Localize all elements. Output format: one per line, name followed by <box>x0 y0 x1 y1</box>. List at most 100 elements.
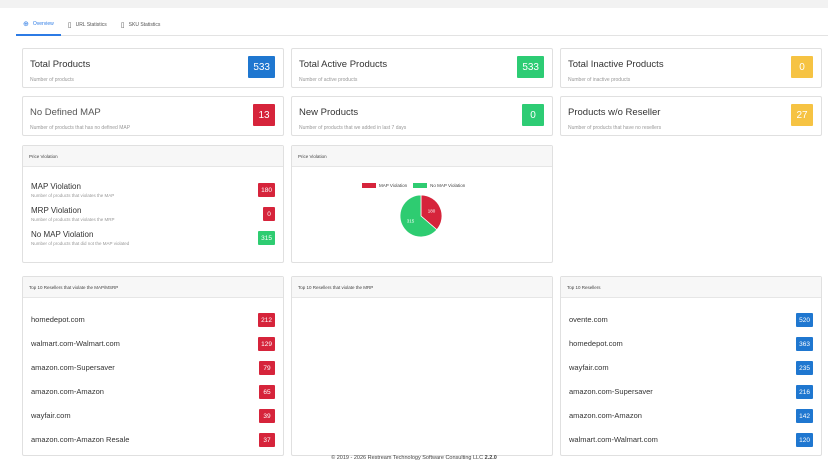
reseller-name: homedepot.com <box>31 315 85 324</box>
price-violation-pie-chart: 180 315 <box>399 194 443 238</box>
top-violators-panel: Top 10 Resellers that violate the MAP/MS… <box>22 276 284 456</box>
list-item: ovente.com 520 <box>569 313 813 329</box>
reseller-count: 65 <box>259 385 275 399</box>
list-item: amazon.com-Amazon 142 <box>569 409 813 425</box>
reseller-count: 363 <box>796 337 813 351</box>
reseller-name: wayfair.com <box>569 363 609 372</box>
stat-card-new-products: New Products Number of products that we … <box>291 96 553 136</box>
chart-legend: MAP Violation No MAP Violation <box>362 183 466 189</box>
legend-label: MAP Violation <box>379 183 408 188</box>
stat-card-total-products: Total Products Number of products 533 <box>22 48 284 88</box>
violation-no-map: No MAP Violation Number of products that… <box>31 230 275 252</box>
reseller-name: amazon.com-Amazon Resale <box>31 435 130 444</box>
stat-badge: 27 <box>791 104 813 126</box>
reseller-name: walmart.com-Walmart.com <box>569 435 658 444</box>
stat-title: Total Products <box>30 59 91 70</box>
reseller-name: amazon.com-Supersaver <box>569 387 653 396</box>
stat-card-total-inactive-products: Total Inactive Products Number of inacti… <box>560 48 822 88</box>
panel-header: Price Violation <box>23 146 283 167</box>
price-violation-panel: Price Violation MAP Violation Number of … <box>22 145 284 263</box>
top-strip <box>0 0 828 8</box>
list-item: homedepot.com 363 <box>569 337 813 353</box>
stat-subtitle: Number of products that have no reseller… <box>568 125 662 131</box>
violation-mrp: MRP Violation Number of products that vi… <box>31 206 275 228</box>
stat-badge: 0 <box>522 104 544 126</box>
legend-item-no-map-violation[interactable]: No MAP Violation <box>413 183 466 189</box>
reseller-count: 212 <box>258 313 275 327</box>
panel-header: Top 10 Resellers that violate the MRP <box>292 277 552 298</box>
top-resellers-panel: Top 10 Resellers ovente.com 520 homedepo… <box>560 276 822 456</box>
stat-card-no-defined-map: No Defined MAP Number of products that h… <box>22 96 284 136</box>
stat-badge: 533 <box>248 56 275 78</box>
stat-subtitle: Number of active products <box>299 77 358 83</box>
reseller-name: walmart.com-Walmart.com <box>31 339 120 348</box>
panel-header: Top 10 Resellers that violate the MAP/MS… <box>23 277 283 298</box>
list-item: homedepot.com 212 <box>31 313 275 329</box>
list-item: wayfair.com 39 <box>31 409 275 425</box>
stat-subtitle: Number of products that has no defined M… <box>30 125 131 131</box>
legend-label: No MAP Violation <box>430 183 466 188</box>
stat-title: Products w/o Reseller <box>568 107 661 118</box>
tab-bar: ⊕ Overview ▯ URL Statistics ▯ SKU Statis… <box>16 14 828 36</box>
reseller-count: 235 <box>796 361 813 375</box>
panel-header: Price Violation <box>292 146 552 167</box>
list-item: amazon.com-Amazon 65 <box>31 385 275 401</box>
reseller-name: amazon.com-Amazon <box>31 387 104 396</box>
tab-url-statistics[interactable]: ▯ URL Statistics <box>61 14 114 36</box>
reseller-name: wayfair.com <box>31 411 71 420</box>
stat-card-products-without-reseller: Products w/o Reseller Number of products… <box>560 96 822 136</box>
violation-map: MAP Violation Number of products that vi… <box>31 182 275 204</box>
reseller-name: homedepot.com <box>569 339 623 348</box>
footer: © 2019 - 2026 Restream Technology Softwa… <box>0 455 828 461</box>
list-item: amazon.com-Amazon Resale 37 <box>31 433 275 449</box>
stat-title: No Defined MAP <box>30 107 101 118</box>
violation-badge: 315 <box>258 231 275 245</box>
tab-overview[interactable]: ⊕ Overview <box>16 14 61 36</box>
list-item: amazon.com-Supersaver 79 <box>31 361 275 377</box>
reseller-count: 520 <box>796 313 813 327</box>
stat-title: New Products <box>299 107 359 118</box>
reseller-count: 129 <box>258 337 275 351</box>
reseller-count: 142 <box>796 409 813 423</box>
document-icon: ▯ <box>67 21 72 29</box>
reseller-count: 120 <box>796 433 813 447</box>
violation-title: MRP Violation <box>31 206 82 215</box>
footer-copyright: © 2019 - 2026 Restream Technology Softwa… <box>331 455 484 461</box>
violation-title: MAP Violation <box>31 182 81 191</box>
reseller-count: 216 <box>796 385 813 399</box>
barcode-icon: ▯ <box>120 21 125 29</box>
tab-sku-statistics[interactable]: ▯ SKU Statistics <box>114 14 168 36</box>
stat-subtitle: Number of products that we added in last… <box>299 125 407 131</box>
stat-subtitle: Number of inactive products <box>568 77 631 83</box>
panel-header: Top 10 Resellers <box>561 277 821 298</box>
violation-subtitle: Number of products that violates the MAP <box>31 193 115 198</box>
stat-title: Total Inactive Products <box>568 59 664 70</box>
tab-label: SKU Statistics <box>128 22 161 28</box>
tab-label: URL Statistics <box>75 22 107 28</box>
legend-swatch <box>362 183 376 189</box>
grid-icon: ⊕ <box>23 20 29 28</box>
reseller-name: amazon.com-Supersaver <box>31 363 115 372</box>
violation-title: No MAP Violation <box>31 230 94 239</box>
reseller-name: amazon.com-Amazon <box>569 411 642 420</box>
top-mrp-violators-panel: Top 10 Resellers that violate the MRP <box>291 276 553 456</box>
reseller-name: ovente.com <box>569 315 608 324</box>
reseller-count: 37 <box>259 433 275 447</box>
pie-data-label: 315 <box>407 218 415 223</box>
tab-label: Overview <box>32 21 54 27</box>
violation-subtitle: Number of products that violates the MRP <box>31 217 115 222</box>
list-item: walmart.com-Walmart.com 129 <box>31 337 275 353</box>
stat-badge: 0 <box>791 56 813 78</box>
footer-version: 2.2.0 <box>484 455 497 461</box>
list-item: wayfair.com 235 <box>569 361 813 377</box>
stat-badge: 13 <box>253 104 275 126</box>
legend-item-map-violation[interactable]: MAP Violation <box>362 183 408 189</box>
stat-badge: 533 <box>517 56 544 78</box>
pie-data-label: 180 <box>428 209 436 214</box>
list-item: walmart.com-Walmart.com 120 <box>569 433 813 449</box>
stat-subtitle: Number of products <box>30 77 74 83</box>
violation-subtitle: Number of products that did not the MAP … <box>31 241 130 246</box>
violation-badge: 180 <box>258 183 275 197</box>
legend-swatch <box>413 183 428 189</box>
reseller-count: 39 <box>259 409 275 423</box>
